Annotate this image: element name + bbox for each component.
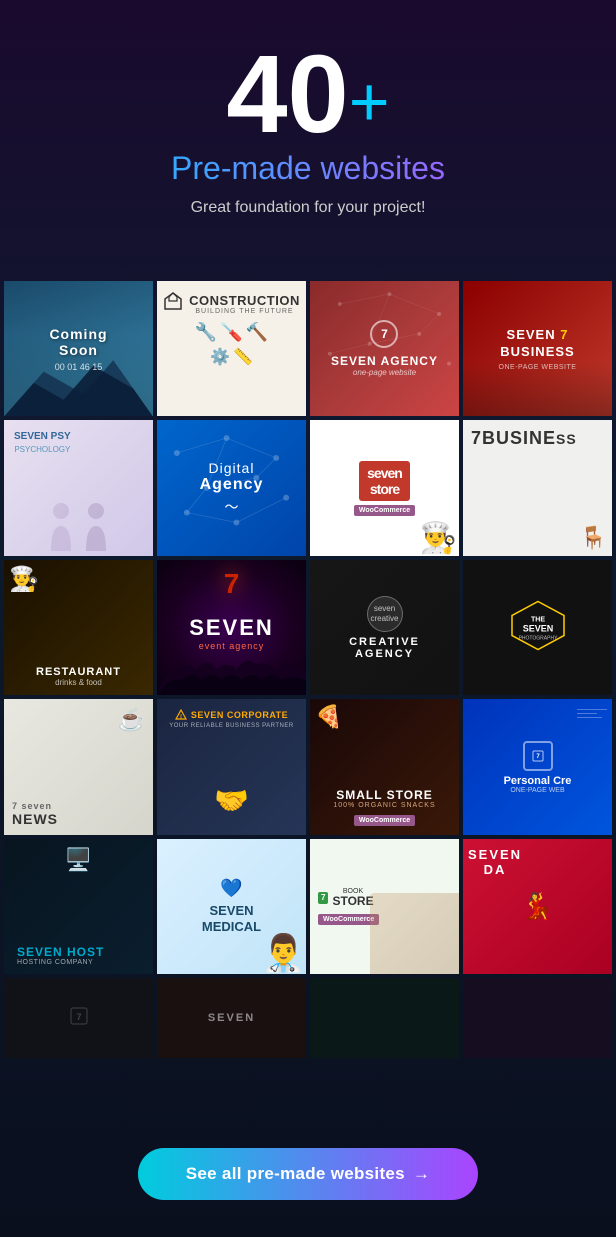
chef-icon: 👨‍🍳: [420, 521, 457, 556]
countdown-timer: 00 01 46 15: [49, 362, 107, 372]
tile-digital-agency[interactable]: Digital Agency 〜: [157, 420, 306, 555]
tile-seven-da[interactable]: 💃 SEVENDA: [463, 839, 612, 974]
tile-seven-host[interactable]: 🖥️ SEVEN HOST HOSTING COMPANY: [4, 839, 153, 974]
book-seven-badge: 7: [318, 892, 328, 904]
handshake-icon: 🤝: [214, 784, 249, 817]
bottom1-icon: 7: [69, 1006, 89, 1031]
seven-host-sub: HOSTING COMPANY: [17, 959, 104, 966]
arrow-icon: →: [413, 1164, 430, 1184]
corporate-triangle-icon: [175, 709, 187, 721]
event-seven-label: SEVEN: [189, 615, 274, 641]
see-all-button[interactable]: See all pre-made websites →: [138, 1148, 478, 1200]
personal-sub: ONE-PAGE WEB: [504, 787, 572, 794]
personal-label: Personal Cre: [504, 775, 572, 787]
construction-sub: BUILDING THE FUTURE: [189, 308, 300, 315]
measure-icon: 📏: [233, 347, 253, 367]
person-silhouette: [46, 501, 76, 551]
small-store-sub: 100% ORGANIC SNACKS: [315, 802, 454, 809]
dancer-icon: 💃: [521, 891, 553, 922]
tile-restaurant[interactable]: 👨‍🍳 RESTAURANT drinks & food: [4, 560, 153, 695]
seven-agency-label: SEVEN AGENCY: [331, 354, 438, 368]
seven-agency-circle-icon: 7: [370, 320, 398, 348]
woo-badge-small-store: WooCommerce: [354, 815, 415, 826]
seven-news-label: NEWS: [12, 811, 58, 827]
tile-seven-news[interactable]: 7 seven NEWS ☕: [4, 699, 153, 834]
saw-icon: 🪛: [220, 322, 242, 343]
agency-label: Agency: [200, 476, 264, 494]
small-store-label: SMALL STORE: [315, 788, 454, 802]
hero-section: 40+ Pre-made websites Great foundation f…: [0, 0, 616, 277]
seven-news-7: 7 seven: [12, 801, 58, 811]
bottom2-label: SEVEN: [208, 1012, 255, 1024]
chef-hat-icon: 👨‍🍳: [9, 565, 39, 594]
seven-medical-label: SEVENMEDICAL: [202, 903, 261, 934]
corporate-sub: YOUR RELIABLE BUSINESS PARTNER: [157, 723, 306, 729]
corporate-label: SEVEN CORPORATE: [191, 710, 288, 720]
hero-tagline: Great foundation for your project!: [20, 199, 596, 217]
seven-agency-sub: one-page website: [331, 368, 438, 377]
svg-text:THE: THE: [531, 616, 545, 623]
seven-host-label: SEVEN HOST: [17, 945, 104, 959]
creative-circle-icon: sevencreative: [367, 596, 403, 632]
creative-agency-label: CREATIVEAGENCY: [349, 636, 420, 660]
wrench-icon: ⚙️: [210, 347, 230, 367]
woocommerce-badge: WooCommerce: [354, 505, 415, 516]
restaurant-label: RESTAURANT: [9, 666, 148, 678]
construction-title: CONSTRUCTION: [189, 293, 300, 308]
tile-bottom4[interactable]: [463, 978, 612, 1113]
tile-construction[interactable]: CONSTRUCTION BUILDING THE FUTURE 🔧 🪛 🔨 ⚙…: [157, 281, 306, 416]
hero-number: 40: [226, 40, 348, 150]
tile-seven-agency[interactable]: 7 SEVEN AGENCY one-page website: [310, 281, 459, 416]
tile-7business[interactable]: 7BUSINESS 🪑: [463, 420, 612, 555]
website-grid: ComingSoon 00 01 46 15 CONSTRUCTION BUIL…: [0, 277, 616, 1118]
personal-inner-icon: 7: [531, 749, 545, 763]
pizza-icon: 🍕: [315, 704, 342, 730]
tile-bottom1[interactable]: 7: [4, 978, 153, 1113]
tile-seven-store[interactable]: sevenstore WooCommerce 👨‍🍳: [310, 420, 459, 555]
seven-da-label: SEVENDA: [468, 847, 522, 877]
digital-label: Digital: [200, 460, 264, 476]
hero-plus: +: [349, 63, 390, 141]
medical-heart-icon: 💙: [202, 878, 261, 899]
tile-bottom2[interactable]: SEVEN: [157, 978, 306, 1113]
tools-icon: 🔧: [195, 322, 217, 343]
see-all-label: See all pre-made websites: [186, 1164, 405, 1183]
person2-silhouette: [81, 501, 111, 551]
tile-book-store[interactable]: 7 BOOK STORE WooCommerce: [310, 839, 459, 974]
coming-soon-label: ComingSoon: [49, 326, 107, 358]
tile-seven-corporate[interactable]: 🤝 SEVEN CORPORATE YOUR RELIABLE BUSINESS…: [157, 699, 306, 834]
personal-box-icon: 7: [523, 741, 553, 771]
office-icon: 🪑: [580, 525, 607, 551]
doctor-icon: 👨‍⚕️: [261, 932, 306, 974]
hero-number-container: 40+: [20, 40, 596, 150]
svg-text:SEVEN: SEVEN: [522, 623, 553, 633]
tile-the-seven[interactable]: THE SEVEN PHOTOGRAPHY: [463, 560, 612, 695]
tile-small-store[interactable]: 🍕 SMALL STORE 100% ORGANIC SNACKS WooCom…: [310, 699, 459, 834]
tile-coming-soon[interactable]: ComingSoon 00 01 46 15: [4, 281, 153, 416]
svg-text:7: 7: [76, 1012, 81, 1022]
tile-seven-medical[interactable]: 💙 SEVENMEDICAL 👨‍⚕️: [157, 839, 306, 974]
tile-seven-business[interactable]: SEVEN 7BUSINESS ONE-PAGE WEBSITE: [463, 281, 612, 416]
seven-business-label: SEVEN 7BUSINESS: [499, 327, 577, 361]
seven-spotlight: 7: [224, 568, 240, 600]
7business-label: 7BUSINESS: [471, 428, 577, 449]
tile-bottom3[interactable]: [310, 978, 459, 1113]
svg-text:7: 7: [536, 754, 540, 760]
hexagon-badge: THE SEVEN PHOTOGRAPHY: [508, 599, 568, 651]
tile-creative-agency[interactable]: sevencreative CREATIVEAGENCY: [310, 560, 459, 695]
hammer-icon: 🔨: [246, 322, 268, 343]
seven-psy-label: SEVEN PSYPSYCHOLOGY: [14, 430, 71, 456]
server-icon: 🖥️: [65, 847, 92, 873]
svg-text:PHOTOGRAPHY: PHOTOGRAPHY: [518, 635, 557, 641]
tile-seven-psy[interactable]: SEVEN PSYPSYCHOLOGY: [4, 420, 153, 555]
event-agency-sub: event agency: [189, 641, 274, 651]
restaurant-sub: drinks & food: [9, 678, 148, 687]
seven-store-logo: sevenstore: [359, 461, 410, 501]
coffee-icon: ☕: [118, 707, 145, 733]
mustache-icon: 〜: [200, 497, 264, 517]
tile-seven-event[interactable]: 7 SEVEN event agency: [157, 560, 306, 695]
tile-personal-cre[interactable]: 7 Personal Cre ONE-PAGE WEB: [463, 699, 612, 834]
store-label: STORE: [332, 895, 373, 907]
